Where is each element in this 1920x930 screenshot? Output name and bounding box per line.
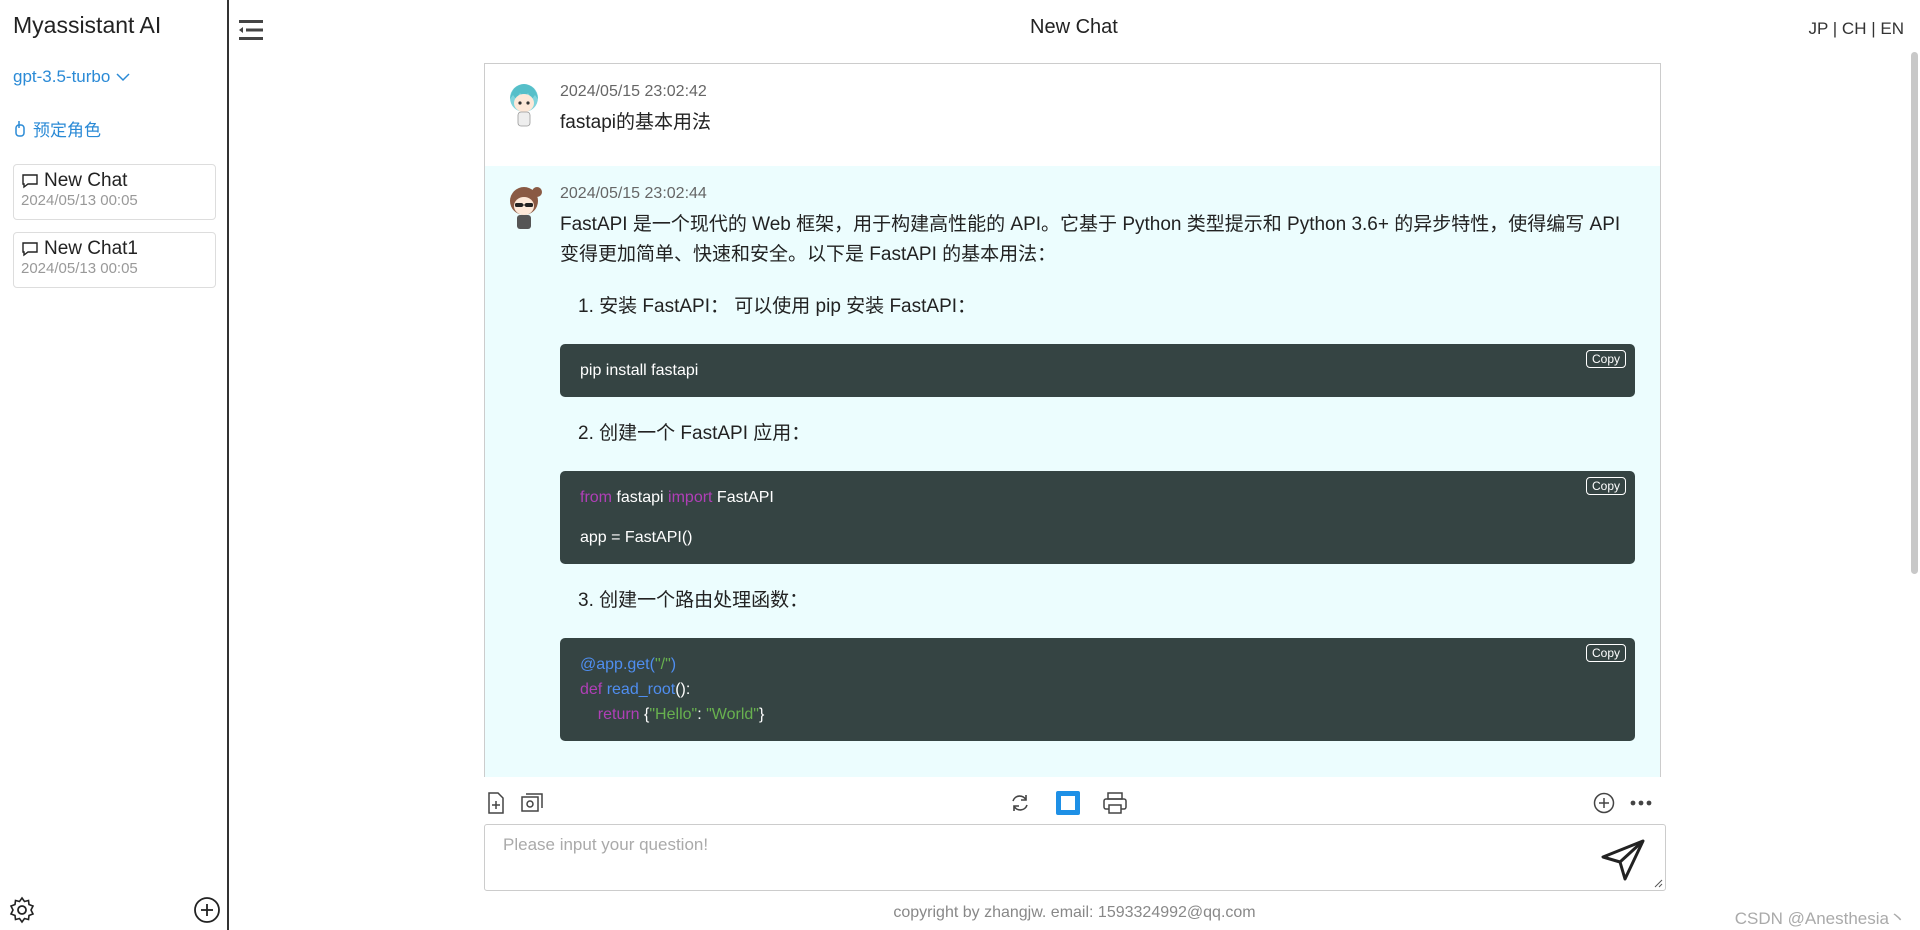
chat-bubble-icon <box>22 242 38 257</box>
code-line: from fastapi import FastAPI <box>580 485 1615 510</box>
code-decorator: @app.get( <box>580 656 655 673</box>
lang-separator: | <box>1832 19 1838 38</box>
code-token: } <box>758 706 765 723</box>
code-line: pip install fastapi <box>580 362 699 379</box>
model-label: gpt-3.5-turbo <box>13 67 111 86</box>
page-scrollbar[interactable] <box>1911 52 1918 574</box>
question-input-box <box>484 824 1666 891</box>
code-block: Copy @app.get("/") def read_root(): retu… <box>560 638 1635 741</box>
user-avatar <box>510 84 538 127</box>
step-text: 2. 创建一个 FastAPI 应用： <box>578 423 811 444</box>
chat-panel: 2024/05/15 23:02:42 fastapi的基本用法 2024/05… <box>484 63 1661 777</box>
lang-en[interactable]: EN <box>1880 19 1904 38</box>
code-keyword: import <box>668 489 713 506</box>
lang-ch[interactable]: CH <box>1842 19 1867 38</box>
copy-button[interactable]: Copy <box>1585 644 1626 662</box>
code-line: def read_root(): <box>580 677 1615 702</box>
app-title: Myassistant AI <box>13 12 162 38</box>
file-add-icon[interactable] <box>486 792 506 814</box>
chevron-down-icon <box>116 73 130 82</box>
page-title: New Chat <box>1030 16 1118 38</box>
more-icon[interactable] <box>1630 800 1652 806</box>
preset-role-button[interactable]: 预定角色 <box>13 116 101 141</box>
chat-list: New Chat 2024/05/13 00:05 New Chat1 2024… <box>13 164 216 300</box>
chat-toolbar <box>484 786 1665 820</box>
code-block: Copy pip install fastapi <box>560 344 1635 397</box>
image-upload-icon[interactable] <box>521 793 543 813</box>
code-line: app = FastAPI() <box>580 529 693 546</box>
code-string: "World" <box>706 706 759 723</box>
menu-collapse-icon <box>239 20 263 40</box>
code-function: read_root <box>602 681 676 698</box>
assistant-message: 2024/05/15 23:02:44 FastAPI 是一个现代的 Web 框… <box>485 166 1660 777</box>
code-token: fastapi <box>612 489 669 506</box>
language-switch: JP | CH | EN <box>1808 19 1904 39</box>
lang-separator: | <box>1871 19 1876 38</box>
user-message: 2024/05/15 23:02:42 fastapi的基本用法 <box>485 64 1660 166</box>
chat-date: 2024/05/13 00:05 <box>21 192 138 209</box>
plus-circle-icon[interactable] <box>1593 792 1615 814</box>
menu-toggle-button[interactable] <box>239 19 263 46</box>
message-text: FastAPI 是一个现代的 Web 框架，用于构建高性能的 API。它基于 P… <box>560 214 1621 265</box>
copy-button[interactable]: Copy <box>1585 477 1626 495</box>
sidebar: Myassistant AI gpt-3.5-turbo 预定角色 New Ch… <box>0 0 229 930</box>
code-token: FastAPI <box>712 489 774 506</box>
chat-item[interactable]: New Chat1 2024/05/13 00:05 <box>13 232 216 288</box>
code-token: (): <box>675 681 691 698</box>
message-text: fastapi的基本用法 <box>560 112 711 133</box>
code-keyword: return <box>597 706 640 723</box>
watermark: CSDN @Anesthesia丶 <box>1734 909 1906 928</box>
code-string: "/" <box>654 656 671 673</box>
message-time: 2024/05/15 23:02:42 <box>560 83 707 100</box>
code-keyword: from <box>580 489 612 506</box>
model-select[interactable]: gpt-3.5-turbo <box>13 67 130 87</box>
stop-toggle-icon[interactable] <box>1056 791 1080 815</box>
chat-title: New Chat <box>44 170 128 191</box>
code-line: @app.get("/") <box>580 652 1615 677</box>
preset-role-label: 预定角色 <box>33 121 101 140</box>
question-input[interactable] <box>485 825 1665 890</box>
resize-grip-icon[interactable] <box>1653 878 1663 888</box>
send-icon[interactable] <box>1601 839 1645 881</box>
chat-title: New Chat1 <box>44 238 138 259</box>
hand-pointer-icon <box>15 120 25 137</box>
footer-copyright: copyright by zhangjw. email: 1593324992@… <box>893 904 1256 921</box>
chat-item[interactable]: New Chat 2024/05/13 00:05 <box>13 164 216 220</box>
code-block: Copy from fastapi import FastAPI app = F… <box>560 471 1635 564</box>
assistant-avatar <box>510 187 542 229</box>
step-text: 3. 创建一个路由处理函数： <box>578 590 809 611</box>
message-time: 2024/05/15 23:02:44 <box>560 185 707 202</box>
step-text: 1. 安装 FastAPI： 可以使用 pip 安装 FastAPI： <box>578 296 977 317</box>
chat-date: 2024/05/13 00:05 <box>21 260 138 277</box>
code-token: : <box>697 706 707 723</box>
copy-button[interactable]: Copy <box>1585 350 1626 368</box>
print-icon[interactable] <box>1103 792 1127 814</box>
code-token: ) <box>670 656 677 673</box>
code-line: return {"Hello": "World"} <box>580 702 1615 727</box>
code-token: { <box>639 706 650 723</box>
lang-jp[interactable]: JP <box>1808 19 1828 38</box>
code-string: "Hello" <box>649 706 698 723</box>
chat-bubble-icon <box>22 174 38 189</box>
refresh-icon[interactable] <box>1010 793 1030 813</box>
code-keyword: def <box>580 681 603 698</box>
